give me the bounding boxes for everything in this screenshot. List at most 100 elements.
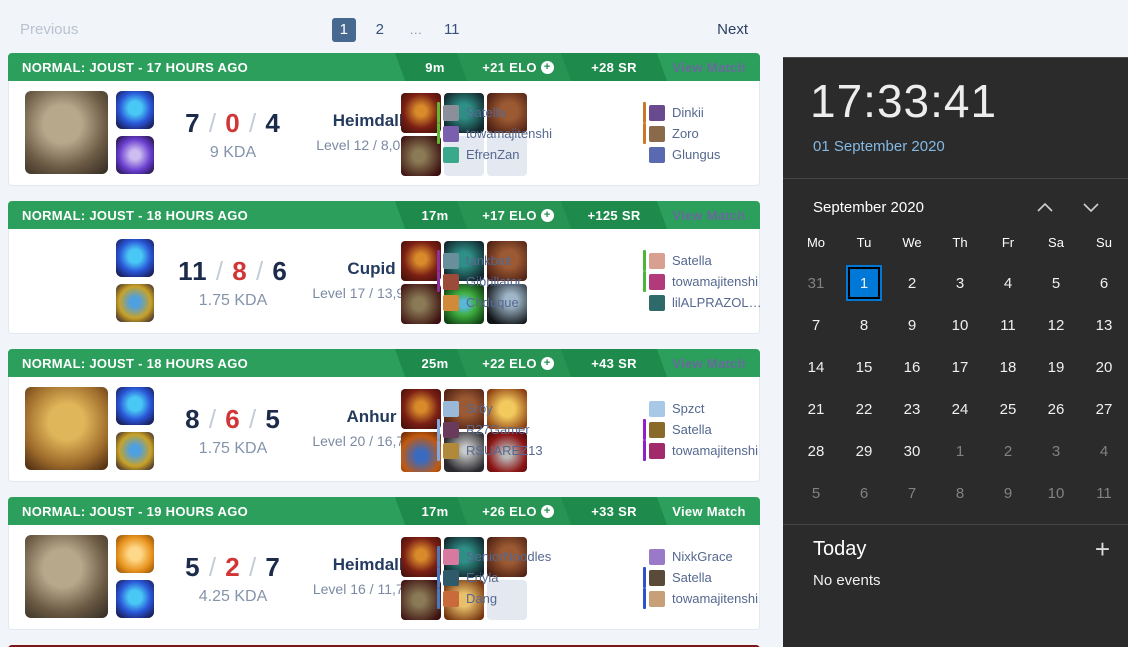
page-button-1[interactable]: 1 [331, 17, 356, 42]
calendar-day[interactable]: 14 [792, 346, 840, 388]
party-color-bar [437, 440, 440, 461]
calendar-day[interactable]: 23 [888, 388, 936, 430]
today-label[interactable]: Today [813, 538, 1095, 561]
match-duration-badge: 9m [404, 53, 466, 81]
calendar-day[interactable]: 2 [888, 262, 936, 304]
calendar-day[interactable]: 25 [984, 388, 1032, 430]
calendar-day[interactable]: 30 [888, 430, 936, 472]
calendar-day[interactable]: 10 [936, 304, 984, 346]
calendar-day[interactable]: 7 [888, 472, 936, 514]
match-duration-badge: 17m [404, 201, 466, 229]
kda-block: 8 / 6 / 5 1.75 KDA [167, 404, 299, 458]
calendar-day[interactable]: 4 [1080, 430, 1128, 472]
month-label[interactable]: September 2020 [813, 199, 1022, 216]
god-portrait [25, 239, 108, 322]
weekday-label: We [902, 234, 922, 250]
page-button-2[interactable]: 2 [368, 18, 392, 42]
player-name-link[interactable]: Spzct [672, 401, 705, 416]
player-name-link[interactable]: Dinkii [672, 105, 704, 120]
calendar-day[interactable]: 28 [792, 430, 840, 472]
player-name-link[interactable]: R27Gamer [466, 422, 530, 437]
party-color-bar [643, 102, 646, 123]
player-name-link[interactable]: Satella [672, 570, 712, 585]
player-name-link[interactable]: RSUAREZ13 [466, 443, 543, 458]
view-match-link[interactable]: View Match [658, 53, 760, 81]
player-name-link[interactable]: towamajitenshi [466, 126, 552, 141]
add-event-plus-icon[interactable]: + [1095, 536, 1110, 562]
calendar-day[interactable]: 17 [936, 346, 984, 388]
relic-icons [116, 239, 154, 322]
player-name-link[interactable]: Satella [466, 105, 506, 120]
player-name-link[interactable]: Sröy [466, 401, 493, 416]
player-name-link[interactable]: Chduque [466, 295, 519, 310]
view-match-link[interactable]: View Match [658, 201, 760, 229]
calendar-day-selected[interactable]: 1 [840, 262, 888, 304]
calendar-day[interactable]: 31 [792, 262, 840, 304]
gold-shield-item-icon [401, 537, 441, 577]
calendar-day[interactable]: 2 [984, 430, 1032, 472]
calendar-day[interactable]: 24 [936, 388, 984, 430]
calendar-day[interactable]: 8 [840, 304, 888, 346]
page-number-list: 1 2 … 11 [78, 17, 717, 42]
player-name-link[interactable]: NixkGrace [672, 549, 733, 564]
calendar-day[interactable]: 3 [1032, 430, 1080, 472]
player-name-link[interactable]: Zoro [672, 126, 699, 141]
calendar-day[interactable]: 21 [792, 388, 840, 430]
player-name-link[interactable]: Satella [672, 253, 712, 268]
page-button-11[interactable]: 11 [440, 18, 464, 42]
player-name-link[interactable]: towamajitenshi [672, 274, 758, 289]
calendar-day[interactable]: 6 [1080, 262, 1128, 304]
calendar-day[interactable]: 18 [984, 346, 1032, 388]
player-name-link[interactable]: tankbait [466, 253, 512, 268]
player-name-link[interactable]: lilALPRAZOL… [672, 295, 762, 310]
calendar-day[interactable]: 11 [1080, 472, 1128, 514]
player-name-link[interactable]: towamajitenshi [672, 591, 758, 606]
calendar-day[interactable]: 13 [1080, 304, 1128, 346]
player-name-link[interactable]: Satella [672, 422, 712, 437]
player-name-link[interactable]: Gibrillator [466, 274, 522, 289]
calendar-day[interactable]: 29 [840, 430, 888, 472]
calendar-day[interactable]: 11 [984, 304, 1032, 346]
calendar-day[interactable]: 16 [888, 346, 936, 388]
calendar-day[interactable]: 4 [984, 262, 1032, 304]
calendar-day[interactable]: 9 [888, 304, 936, 346]
calendar-day[interactable]: 10 [1032, 472, 1080, 514]
chevron-up-icon[interactable] [1022, 196, 1068, 218]
calendar-day[interactable]: 1 [936, 430, 984, 472]
calendar-day[interactable]: 7 [792, 304, 840, 346]
calendar-day[interactable]: 15 [840, 346, 888, 388]
relic-blue-icon [116, 580, 154, 618]
view-match-link[interactable]: View Match [658, 349, 760, 377]
player-name-link[interactable]: EfrenZan [466, 147, 519, 162]
team-two-list: Spzct Satella towamajitenshi [643, 398, 758, 461]
weekday-header-row: Mo Tu We Th Fr Sa Su [792, 230, 1128, 254]
calendar-day[interactable]: 9 [984, 472, 1032, 514]
player-name-link[interactable]: towamajitenshi [672, 443, 758, 458]
calendar-day[interactable]: 3 [936, 262, 984, 304]
player-name-link[interactable]: Eriyla [466, 570, 499, 585]
calendar-day[interactable]: 26 [1032, 388, 1080, 430]
calendar-day[interactable]: 19 [1032, 346, 1080, 388]
player-name-link[interactable]: SeniorNoodles [466, 549, 551, 564]
calendar-day[interactable]: 8 [936, 472, 984, 514]
party-color-bar [643, 144, 646, 165]
calendar-day[interactable]: 6 [840, 472, 888, 514]
team-two-list: Satella towamajitenshi lilALPRAZOL… [643, 250, 762, 313]
view-match-link[interactable]: View Match [658, 497, 760, 525]
calendar-day[interactable]: 20 [1080, 346, 1128, 388]
player-row: Dang [437, 588, 551, 609]
chevron-down-icon[interactable] [1068, 196, 1114, 218]
next-page-button[interactable]: Next [717, 21, 748, 38]
calendar-day[interactable]: 22 [840, 388, 888, 430]
match-duration-badge: 25m [404, 349, 466, 377]
calendar-day[interactable]: 12 [1032, 304, 1080, 346]
elo-plus-icon: + [540, 60, 554, 74]
calendar-day[interactable]: 5 [792, 472, 840, 514]
relic-blue-icon [116, 91, 154, 129]
player-avatar [443, 104, 459, 121]
calendar-day[interactable]: 5 [1032, 262, 1080, 304]
player-name-link[interactable]: Glungus [672, 147, 720, 162]
calendar-day[interactable]: 27 [1080, 388, 1128, 430]
player-name-link[interactable]: Dang [466, 591, 497, 606]
clock-date[interactable]: 01 September 2020 [813, 138, 945, 155]
